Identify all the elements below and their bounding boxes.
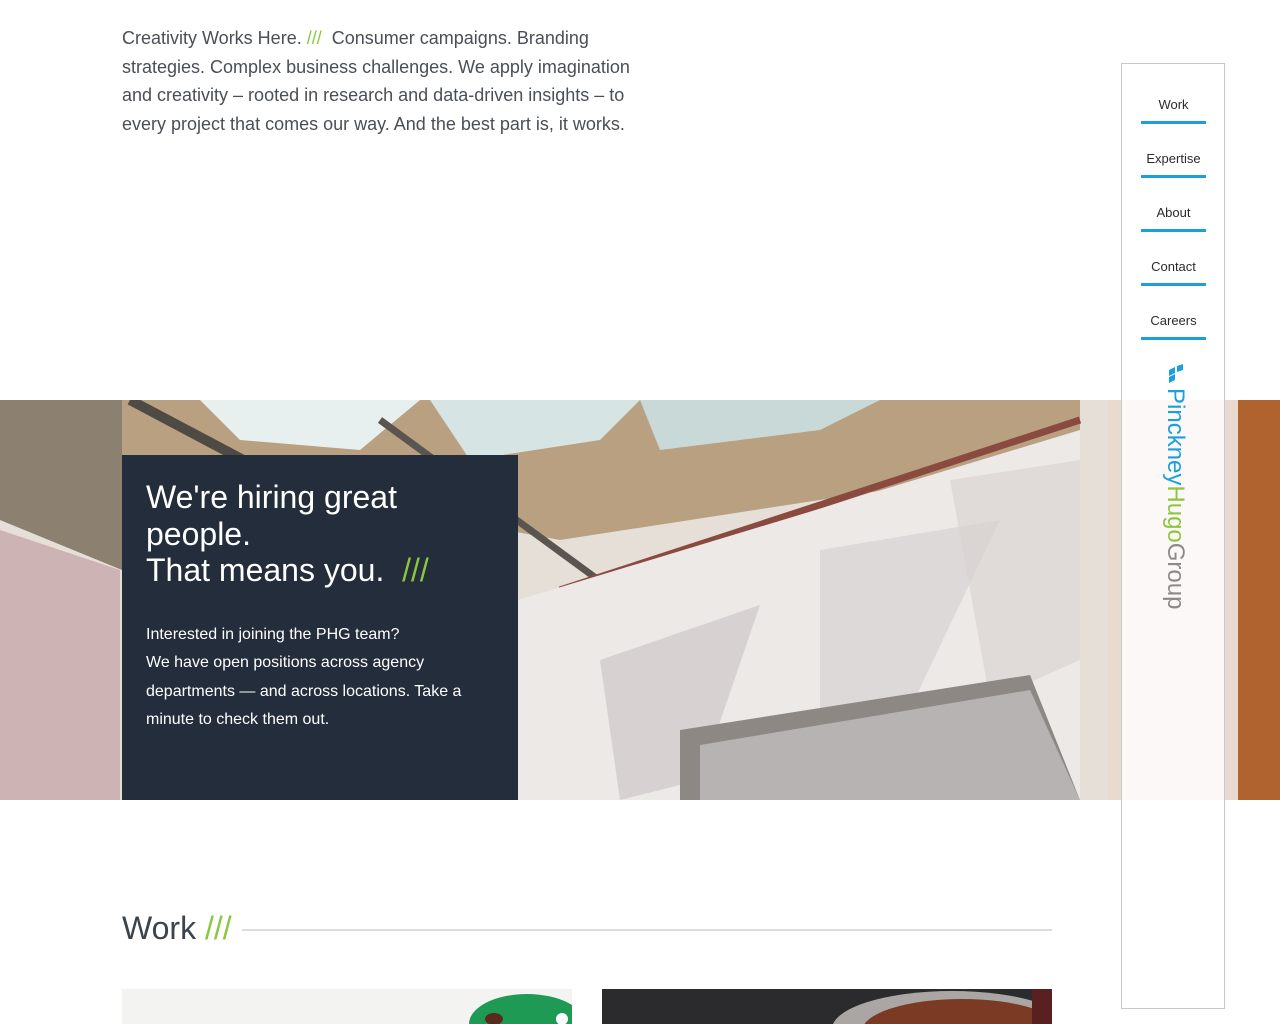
hiring-title-slashes: /// bbox=[402, 552, 429, 588]
nav-item-expertise[interactable]: Expertise bbox=[1141, 151, 1206, 178]
work-thumbnail-2[interactable] bbox=[602, 989, 1052, 1024]
brand-name-part3: Group bbox=[1162, 543, 1189, 610]
work-heading-slashes: /// bbox=[204, 910, 232, 946]
hiring-title-line2: That means you. bbox=[146, 552, 385, 588]
brand-wordmark: PinckneyHugoGroup bbox=[1162, 388, 1189, 609]
side-navigation: Work Expertise About Contact Careers Pin… bbox=[1121, 63, 1225, 1009]
intro-paragraph: Creativity Works Here. /// Consumer camp… bbox=[122, 24, 632, 138]
work-section-divider bbox=[242, 929, 1052, 931]
brand-name-part1: Pinckney bbox=[1162, 388, 1189, 485]
nav-item-about[interactable]: About bbox=[1141, 205, 1206, 232]
hiring-title: We're hiring great people. That means yo… bbox=[146, 479, 494, 589]
brand-name-part2: Hugo bbox=[1162, 485, 1189, 542]
hiring-body-line2: We have open positions across agency dep… bbox=[146, 654, 462, 728]
hiring-card: We're hiring great people. That means yo… bbox=[122, 455, 518, 800]
hiring-body-line1: Interested in joining the PHG team? bbox=[146, 625, 400, 643]
work-heading-text: Work bbox=[122, 910, 197, 946]
work-thumbnail-2-image bbox=[602, 989, 1052, 1024]
hiring-title-line1: We're hiring great people. bbox=[146, 479, 397, 552]
intro-slashes: /// bbox=[306, 28, 322, 48]
intro-lead: Creativity Works Here. bbox=[122, 28, 302, 48]
hiring-body: Interested in joining the PHG team? We h… bbox=[146, 621, 494, 735]
work-thumbnail-1-image bbox=[122, 989, 572, 1024]
work-section-heading: Work /// bbox=[122, 908, 232, 948]
careers-hero[interactable]: We're hiring great people. That means yo… bbox=[0, 400, 1280, 800]
nav-item-work[interactable]: Work bbox=[1141, 97, 1206, 124]
brand-mark-icon bbox=[1169, 364, 1183, 383]
work-thumbnail-1[interactable] bbox=[122, 989, 572, 1024]
brand-logo[interactable]: PinckneyHugoGroup bbox=[1158, 364, 1198, 644]
nav-item-contact[interactable]: Contact bbox=[1141, 259, 1206, 286]
nav-item-careers[interactable]: Careers bbox=[1141, 313, 1206, 340]
